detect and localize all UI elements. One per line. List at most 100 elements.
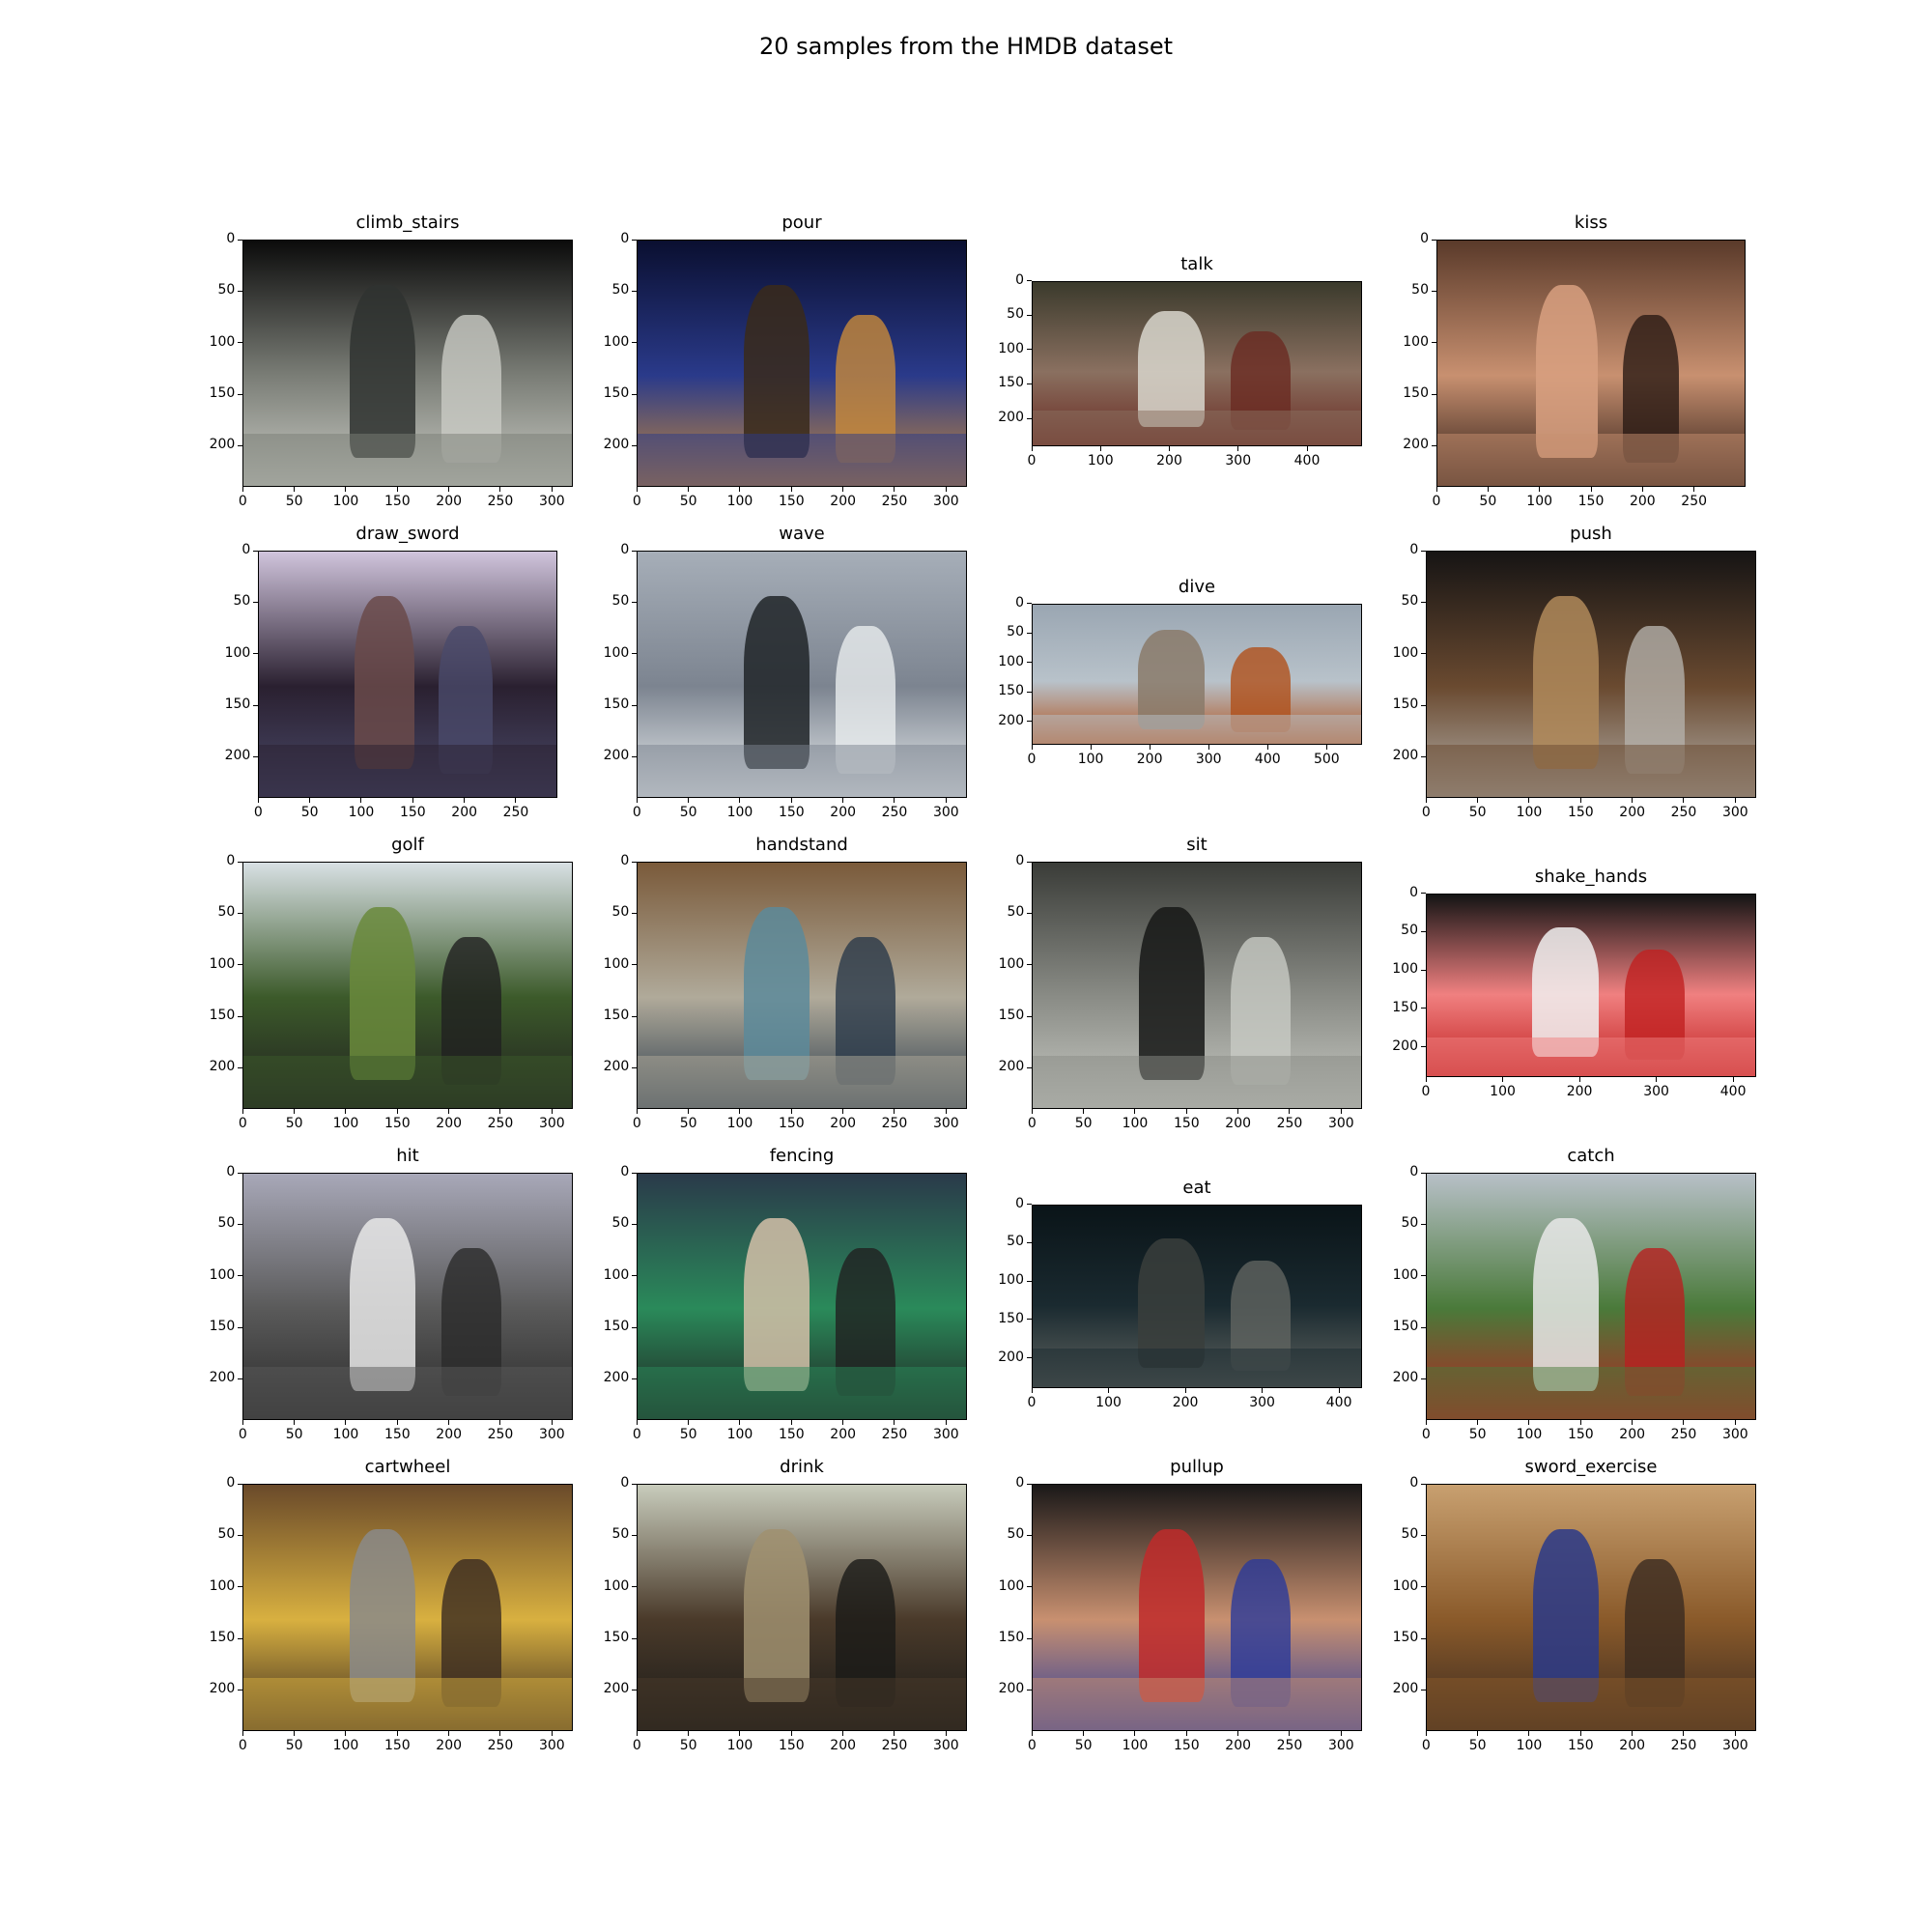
panel-title: cartwheel — [364, 1457, 451, 1477]
x-tick-label: 0 — [238, 1738, 247, 1753]
x-tick-label: 250 — [487, 1738, 514, 1753]
x-tick-label: 0 — [1421, 805, 1431, 820]
y-tick-mark — [1027, 1204, 1032, 1206]
x-tick-label: 0 — [632, 1738, 641, 1753]
x-tick-label: 50 — [285, 1738, 303, 1753]
panel-title: golf — [391, 835, 424, 855]
x-tick-label: 0 — [253, 805, 263, 820]
scene-shape — [349, 1529, 415, 1703]
x-tick-label: 150 — [1173, 1116, 1200, 1131]
y-tick-mark — [1027, 603, 1032, 605]
sample-panel: sit 0 50 100 150 200 250 300 0 50 100 150 200 — [999, 835, 1362, 1131]
x-tick-mark — [842, 1420, 844, 1425]
scene-shape — [349, 1218, 415, 1392]
y-tick-mark — [1421, 1275, 1427, 1277]
y-tick-label: 150 — [1392, 999, 1418, 1015]
x-tick-mark — [294, 1731, 296, 1736]
x-tick-label: 200 — [436, 1427, 463, 1442]
sample-image — [1426, 551, 1756, 798]
x-tick-label: 0 — [632, 805, 641, 820]
x-tick-mark — [1425, 1731, 1427, 1736]
y-tick-mark — [1027, 1637, 1033, 1639]
sample-image — [1426, 1484, 1756, 1731]
y-tick-mark — [238, 1066, 243, 1068]
x-tick-mark — [739, 1731, 741, 1736]
y-tick-mark — [238, 444, 243, 446]
x-tick-label: 0 — [1027, 1116, 1037, 1131]
y-tick-mark — [238, 342, 243, 344]
y-tick-label: 100 — [603, 644, 630, 661]
y-tick-mark — [632, 861, 638, 863]
x-tick-mark — [1632, 798, 1634, 803]
x-tick-label: 300 — [538, 1427, 565, 1442]
x-tick-mark — [894, 1731, 895, 1736]
x-tick-mark — [1031, 1109, 1033, 1114]
y-tick-label: 50 — [217, 1215, 236, 1232]
x-tick-mark — [1083, 1731, 1085, 1736]
sample-panel: golf 0 50 100 150 200 250 300 0 50 100 150 200 — [210, 835, 573, 1131]
x-tick-label: 200 — [1172, 1395, 1199, 1411]
x-tick-label: 300 — [932, 1427, 959, 1442]
y-tick-mark — [1421, 1483, 1427, 1485]
x-tick-label: 300 — [932, 494, 959, 509]
y-tick-mark — [238, 861, 243, 863]
y-tick-mark — [238, 1275, 243, 1277]
y-tick-mark — [1027, 861, 1033, 863]
x-tick-label: 250 — [1276, 1116, 1303, 1131]
sample-panel: pour 0 50 100 150 200 250 300 0 50 100 150 200 — [604, 213, 967, 509]
sample-image — [1426, 1173, 1756, 1420]
x-tick-mark — [1487, 487, 1489, 492]
y-tick-label: 100 — [998, 340, 1024, 356]
x-tick-label: 100 — [332, 1427, 359, 1442]
panel-title: push — [1570, 524, 1612, 544]
y-tick-mark — [632, 1326, 638, 1328]
y-tick-mark — [238, 964, 243, 966]
x-tick-label: 250 — [881, 1427, 908, 1442]
x-tick-mark — [1149, 745, 1151, 751]
sample-image — [637, 862, 967, 1109]
x-tick-mark — [945, 1109, 947, 1114]
x-tick-label: 250 — [1276, 1738, 1303, 1753]
y-tick-label: 100 — [1392, 644, 1419, 661]
y-tick-label: 100 — [209, 333, 236, 350]
x-tick-mark — [499, 1420, 501, 1425]
x-tick-mark — [790, 1109, 792, 1114]
x-tick-label: 300 — [1327, 1738, 1354, 1753]
scene-shape — [349, 285, 415, 459]
y-tick-mark — [1027, 912, 1033, 914]
y-tick-label: 150 — [209, 1319, 236, 1334]
y-tick-mark — [1421, 1223, 1427, 1225]
y-tick-label: 50 — [217, 1526, 236, 1543]
x-tick-mark — [1683, 798, 1685, 803]
x-tick-label: 0 — [632, 1427, 641, 1442]
x-tick-mark — [1083, 1109, 1085, 1114]
sample-panel: push 0 50 100 150 200 250 300 0 50 100 150 200 — [1393, 524, 1756, 820]
x-tick-mark — [499, 487, 501, 492]
x-tick-label: 0 — [1432, 494, 1441, 509]
y-tick-mark — [1027, 721, 1032, 723]
x-tick-mark — [894, 1109, 895, 1114]
x-tick-mark — [1734, 798, 1736, 803]
sample-panel: sword_exercise 0 50 100 150 200 250 300 0 50 100 15… — [1393, 1457, 1756, 1753]
scene-shape — [349, 907, 415, 1081]
x-tick-label: 100 — [1122, 1738, 1149, 1753]
scene-shape — [743, 596, 810, 770]
panel-title: hit — [396, 1146, 419, 1166]
scene-shape — [1138, 1529, 1205, 1703]
x-tick-label: 300 — [1327, 1116, 1354, 1131]
y-tick-label: 50 — [1007, 306, 1024, 323]
x-tick-label: 400 — [1719, 1084, 1747, 1100]
x-tick-label: 250 — [487, 1116, 514, 1131]
x-tick-label: 100 — [1516, 805, 1543, 820]
x-tick-label: 200 — [1619, 1427, 1646, 1442]
y-tick-mark — [1421, 1637, 1427, 1639]
scene-shape — [1427, 1037, 1755, 1077]
x-tick-label: 250 — [881, 1116, 908, 1131]
x-tick-mark — [739, 798, 741, 803]
x-tick-mark — [1031, 745, 1033, 751]
scene-shape — [1033, 715, 1361, 745]
y-tick-mark — [632, 1066, 638, 1068]
x-tick-label: 300 — [538, 1116, 565, 1131]
x-tick-label: 0 — [238, 1427, 247, 1442]
x-tick-label: 250 — [881, 1738, 908, 1753]
